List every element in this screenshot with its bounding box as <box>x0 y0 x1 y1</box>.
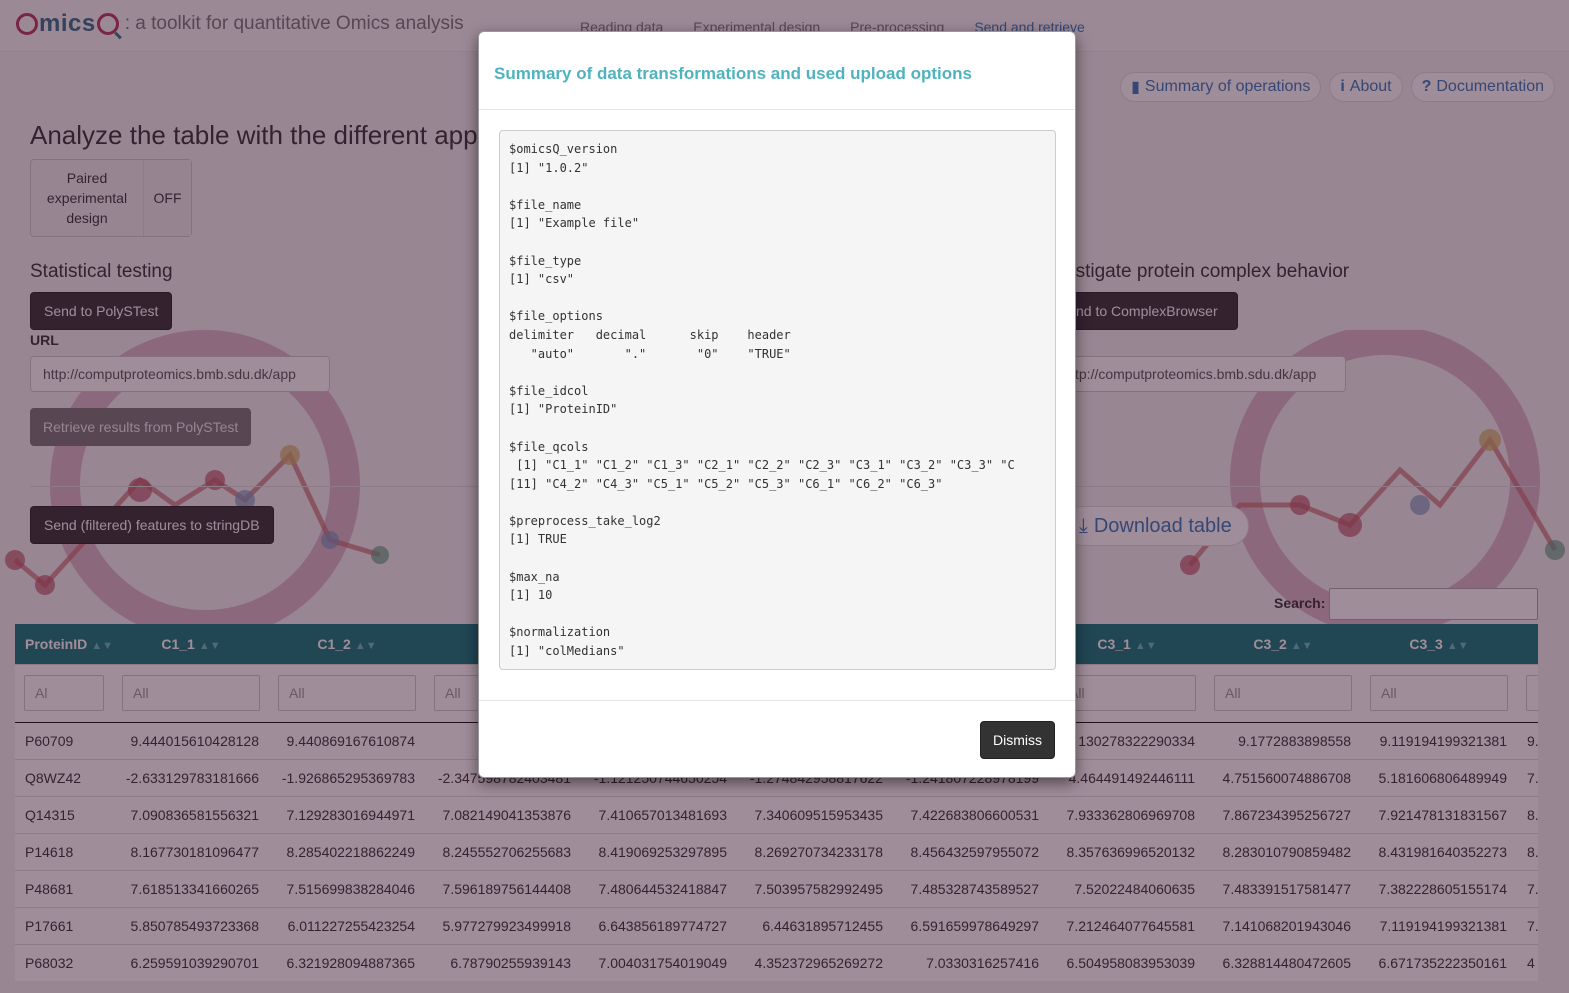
modal-body: $omicsQ_version [1] "1.0.2" $file_name [… <box>499 130 1056 670</box>
modal-header: Summary of data transformations and used… <box>479 32 1075 110</box>
summary-output[interactable]: $omicsQ_version [1] "1.0.2" $file_name [… <box>499 130 1056 670</box>
modal-footer: Dismiss <box>479 700 1075 779</box>
modal-title: Summary of data transformations and used… <box>494 64 972 83</box>
dismiss-button[interactable]: Dismiss <box>980 721 1055 759</box>
summary-modal: Summary of data transformations and used… <box>478 31 1076 778</box>
